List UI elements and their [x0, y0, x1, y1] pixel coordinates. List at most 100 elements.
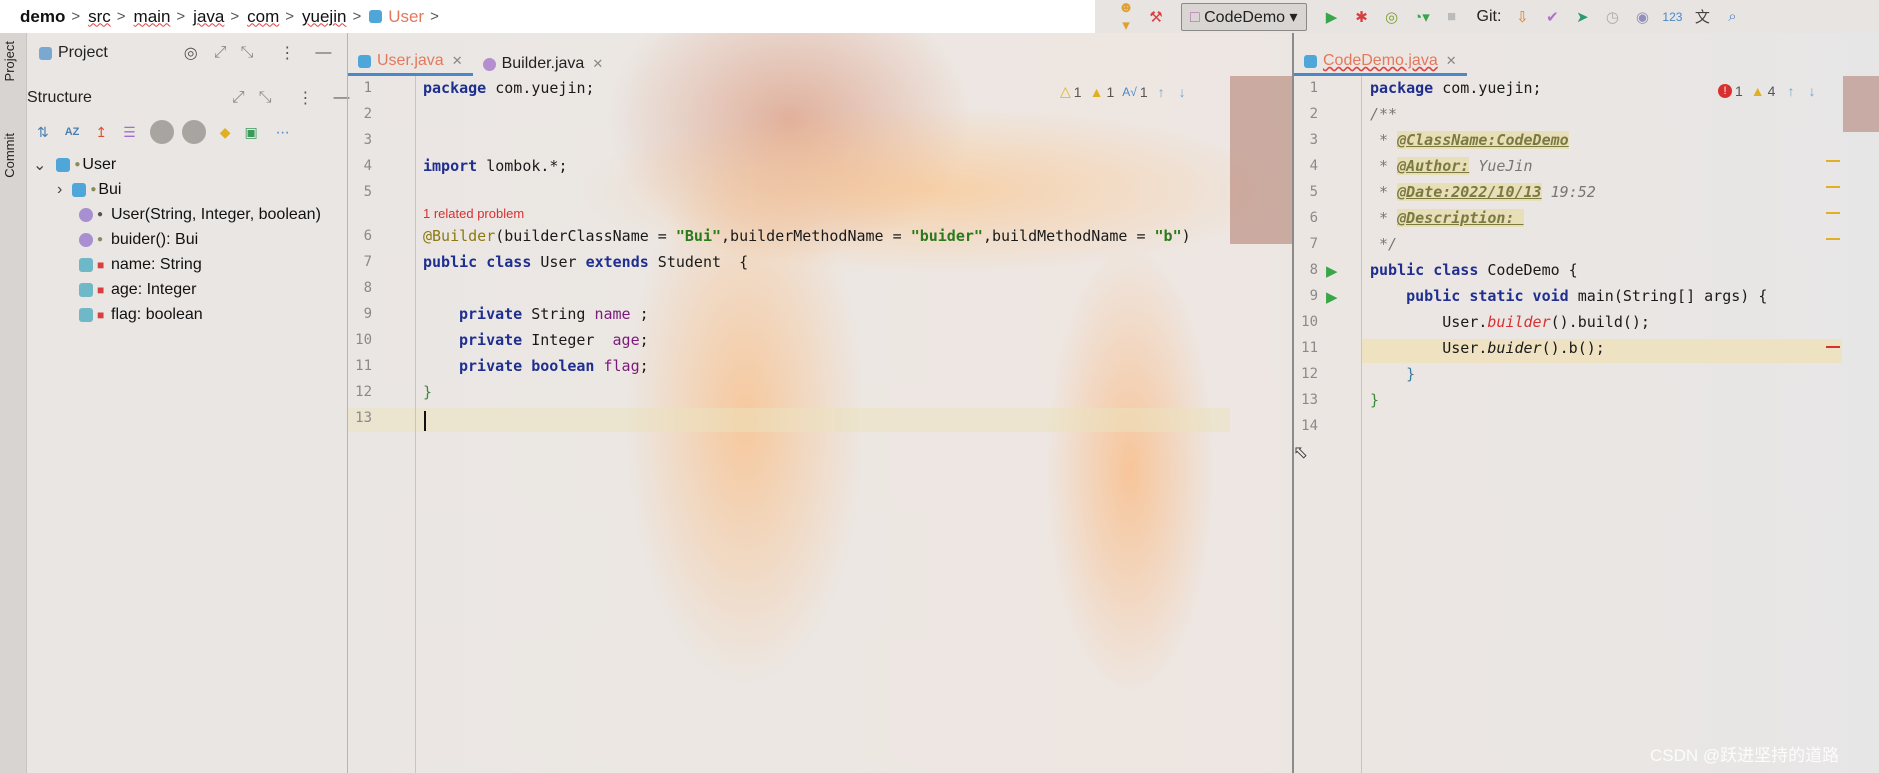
expand-icon[interactable]: ⤢ — [214, 44, 227, 62]
structure-panel-title: Structure — [27, 89, 92, 106]
chevron-down-icon[interactable]: ⌄ — [33, 155, 46, 175]
autoscroll-icon[interactable]: ▣ — [244, 124, 257, 141]
stop-icon[interactable]: ■ — [1441, 8, 1463, 25]
code-minimap[interactable] — [1230, 76, 1292, 244]
code-line: } — [1370, 391, 1380, 409]
close-icon[interactable]: ✕ — [452, 53, 463, 69]
project-panel-title[interactable]: Project — [58, 44, 108, 62]
coverage-icon[interactable]: ◎ — [1381, 8, 1403, 26]
breadcrumb-yuejin[interactable]: yuejin — [302, 7, 346, 27]
close-icon[interactable]: ✕ — [1446, 53, 1457, 69]
class-icon — [369, 10, 383, 23]
run-config-select[interactable]: □ CodeDemo ▾ — [1181, 2, 1307, 31]
tab-codedemo-java[interactable]: CodeDemo.java ✕ — [1294, 49, 1467, 76]
push-icon[interactable]: ➤ — [1571, 8, 1593, 26]
commit-tool-tab[interactable]: Commit — [2, 133, 17, 178]
tab-builder-java[interactable]: Builder.java ✕ — [473, 52, 614, 76]
more-options-icon[interactable]: ⋮ — [298, 88, 314, 108]
show-lambdas-icon[interactable] — [181, 120, 206, 144]
sort-icon[interactable]: ⇅ — [37, 124, 49, 141]
sort-alpha-icon[interactable]: AZ — [65, 126, 80, 138]
tree-item-age-field[interactable]: ■ age: Integer — [79, 277, 196, 302]
structure-panel-header: Structure ⤢ ⤡ ⋮ — — [27, 84, 350, 112]
rollback-icon[interactable]: ◉ — [1631, 8, 1653, 26]
run-gutter-icon[interactable]: ▶ — [1326, 262, 1338, 280]
code-line: @Builder(builderClassName = "Bui",builde… — [423, 227, 1191, 245]
show-fields-icon[interactable]: ☰ — [123, 124, 136, 141]
error-icon: ! — [1718, 84, 1732, 98]
tree-item-bui-class[interactable]: › ● Bui — [57, 177, 121, 202]
breadcrumb: demo > src > main > java > com > yuejin > User… — [0, 0, 1095, 33]
user-icon[interactable]: ☻▾ — [1115, 0, 1137, 34]
arrow-up-icon[interactable]: ↑ — [1787, 83, 1794, 99]
code-line: public class CodeDemo { — [1370, 261, 1578, 279]
tree-item-flag-field[interactable]: ■ flag: boolean — [79, 302, 203, 327]
field-icon — [79, 307, 93, 322]
update-icon[interactable]: ⇩ — [1511, 8, 1533, 26]
warning-marker[interactable] — [1826, 238, 1840, 240]
breadcrumb-project[interactable]: demo — [20, 7, 65, 27]
lock-icon: ■ — [97, 257, 105, 272]
arrow-down-icon[interactable]: ↓ — [1808, 83, 1815, 99]
related-problem-hint[interactable]: 1 related problem — [423, 206, 524, 221]
warning-icon: ▲ — [1750, 83, 1765, 99]
current-line-highlight — [348, 408, 1230, 432]
breadcrumb-current[interactable]: User — [388, 7, 424, 27]
breadcrumb-com[interactable]: com — [247, 7, 279, 27]
search-icon[interactable]: ⌕ — [1721, 8, 1743, 25]
method-icon — [79, 232, 93, 247]
commit-icon[interactable]: ✔ — [1541, 8, 1563, 26]
warning-marker[interactable] — [1826, 212, 1840, 214]
more-options-icon[interactable]: ⋮ — [279, 43, 295, 63]
project-tool-tab[interactable]: Project — [2, 41, 17, 81]
show-inherited-icon[interactable]: ↥ — [95, 124, 107, 141]
breadcrumb-src[interactable]: src — [88, 7, 111, 27]
main-toolbar: ☻▾ ⚒ □ CodeDemo ▾ ▶ ✱ ◎ ◔▾ ■ Git: ⇩ ✔ ➤ … — [1095, 0, 1879, 34]
breadcrumb-main[interactable]: main — [134, 7, 171, 27]
hammer-icon[interactable]: ⚒ — [1145, 8, 1167, 26]
show-non-public-icon[interactable]: ◆ — [220, 124, 231, 141]
code-line: User.buider().b(); — [1370, 339, 1605, 357]
code-line: private String name ; — [459, 305, 649, 323]
left-editor-tabs: User.java ✕ Builder.java ✕ — [348, 52, 1291, 76]
run-gutter-icon[interactable]: ▶ — [1326, 288, 1338, 306]
breadcrumb-java[interactable]: java — [193, 7, 224, 27]
profile-icon[interactable]: ◔▾ — [1411, 8, 1433, 26]
history-icon[interactable]: ◷ — [1601, 8, 1623, 26]
code-line: private Integer age; — [459, 331, 649, 349]
tree-item-label: User(String, Integer, boolean) — [111, 205, 321, 223]
translate-icon[interactable]: 文 — [1691, 6, 1713, 27]
chevron-right-icon[interactable]: › — [57, 181, 62, 199]
tree-item-constructor[interactable]: ● User(String, Integer, boolean) — [79, 202, 321, 227]
collapse-icon[interactable]: ⤡ — [259, 89, 272, 107]
error-marker[interactable] — [1826, 346, 1840, 348]
minimize-icon[interactable]: — — [315, 44, 331, 62]
show-properties-icon[interactable] — [149, 120, 174, 144]
collapse-icon[interactable]: ⤡ — [241, 44, 254, 62]
target-icon[interactable]: ◎ — [184, 43, 198, 63]
tab-label: Builder.java — [501, 55, 585, 72]
tree-item-buider-method[interactable]: ● buider(): Bui — [79, 227, 198, 252]
weak-warning-icon: △ — [1060, 83, 1071, 99]
arrow-up-icon[interactable]: ↑ — [1158, 84, 1165, 100]
arrow-down-icon[interactable]: ↓ — [1179, 84, 1186, 100]
inspection-widget[interactable]: △ 1 ▲ 1 A√ 1 ↑ ↓ — [1060, 83, 1186, 100]
inspection-widget[interactable]: ! 1 ▲ 4 ↑ ↓ — [1718, 83, 1815, 99]
tree-item-name-field[interactable]: ■ name: String — [79, 252, 202, 277]
code-line: } — [1370, 365, 1416, 383]
run-icon[interactable]: ▶ — [1321, 8, 1343, 26]
tree-item-label: age: Integer — [111, 280, 197, 298]
code-line: import lombok.*; — [423, 157, 568, 175]
warning-marker[interactable] — [1826, 160, 1840, 162]
tree-item-user-class[interactable]: ⌄ ● User — [33, 152, 116, 177]
gutter-separator — [415, 76, 416, 773]
git-label: Git: — [1476, 7, 1502, 25]
numbers-icon[interactable]: 123 — [1661, 10, 1683, 24]
tab-user-java[interactable]: User.java ✕ — [348, 49, 473, 76]
more-icon[interactable]: ⋯ — [276, 124, 290, 141]
expand-icon[interactable]: ⤢ — [232, 89, 245, 107]
close-icon[interactable]: ✕ — [592, 56, 603, 72]
code-minimap[interactable] — [1843, 76, 1879, 132]
debug-icon[interactable]: ✱ — [1351, 8, 1373, 26]
warning-marker[interactable] — [1826, 186, 1840, 188]
